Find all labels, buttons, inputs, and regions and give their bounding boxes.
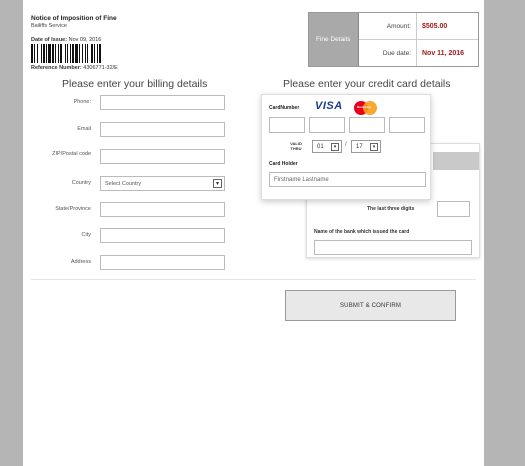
issue-date-value: Nov 09, 2016 (68, 37, 102, 43)
issue-date-label: Date of Issue: (31, 37, 68, 43)
expiry-month-select[interactable]: 01 ▾ (312, 140, 342, 153)
fine-amount-label: Amount: (359, 13, 417, 39)
zip-label: ZIP/Postal code (52, 151, 91, 157)
chevron-down-icon: ▾ (370, 142, 378, 151)
notice-subtitle: Bailiffs Service (31, 23, 67, 29)
page-container: Notice of Imposition of Fine Bailiffs Se… (23, 0, 484, 466)
city-label: City (81, 232, 91, 238)
fine-due-value: Nov 11, 2016 (422, 49, 465, 57)
card-heading: Please enter your credit card details (283, 78, 451, 90)
phone-label: Phone: (73, 99, 91, 105)
fine-amount-value: $505.00 (422, 22, 448, 30)
card-number-part-3[interactable] (349, 117, 385, 133)
expiry-month-value: 01 (317, 143, 324, 150)
billing-heading: Please enter your billing details (62, 78, 208, 90)
cvv-label: The last three digits (367, 206, 415, 212)
mastercard-text: MasterCard (357, 106, 371, 109)
card-number-part-2[interactable] (309, 117, 345, 133)
email-label: Email (77, 126, 91, 132)
expiry-separator: / (345, 142, 347, 148)
issue-date: Date of Issue: Nov 09, 2016 (31, 37, 101, 43)
fine-due-label: Due date: (359, 40, 417, 66)
cvv-input[interactable] (437, 201, 470, 217)
magnetic-strip (433, 152, 479, 170)
state-label: State/Province (55, 206, 91, 212)
card-front-panel: CardNumber VISA MasterCard VALID THRU 01… (261, 94, 431, 200)
mastercard-logo: MasterCard (354, 101, 378, 115)
submit-confirm-button[interactable]: SUBMIT & CONFIRM (285, 290, 456, 321)
city-input[interactable] (100, 228, 225, 243)
bank-input[interactable] (314, 240, 472, 255)
expiry-year-select[interactable]: 17 ▾ (351, 140, 381, 153)
divider (31, 279, 476, 280)
chevron-down-icon: ▾ (331, 142, 339, 151)
phone-input[interactable] (100, 95, 225, 110)
zip-input[interactable] (100, 149, 225, 164)
address-input[interactable] (100, 255, 225, 270)
reference-number-label: Reference Number: (31, 65, 82, 71)
expiry-year-value: 17 (356, 143, 363, 150)
reference-number-value: 4306771-32/E (83, 65, 118, 71)
bank-label: Name of the bank which issued the card (314, 229, 410, 235)
barcode-image (31, 44, 153, 63)
country-select[interactable]: Select Country ▾ (100, 176, 225, 191)
fine-details-box: Fine Details Amount: $505.00 Due date: N… (308, 12, 479, 67)
visa-logo: VISA (315, 100, 343, 112)
email-input[interactable] (100, 122, 225, 137)
fine-amount-row: Amount: $505.00 (359, 13, 478, 40)
address-label: Address (70, 259, 91, 265)
state-input[interactable] (100, 202, 225, 217)
card-number-label: CardNumber (269, 105, 300, 111)
card-number-part-1[interactable] (269, 117, 305, 133)
notice-title: Notice of Imposition of Fine (31, 15, 117, 22)
fine-due-row: Due date: Nov 11, 2016 (359, 40, 478, 66)
valid-thru-label: VALID THRU (290, 141, 302, 151)
card-holder-label: Card Holder (269, 161, 298, 167)
card-holder-input[interactable]: Firstname Lastname (269, 172, 426, 187)
chevron-down-icon: ▾ (213, 179, 222, 188)
country-select-value: Select Country (105, 180, 142, 187)
card-number-part-4[interactable] (389, 117, 425, 133)
fine-details-values: Amount: $505.00 Due date: Nov 11, 2016 (359, 13, 478, 66)
fine-details-label: Fine Details (309, 13, 359, 66)
reference-number: Reference Number: 4306771-32/E (31, 65, 118, 71)
country-label: Country (71, 180, 91, 186)
